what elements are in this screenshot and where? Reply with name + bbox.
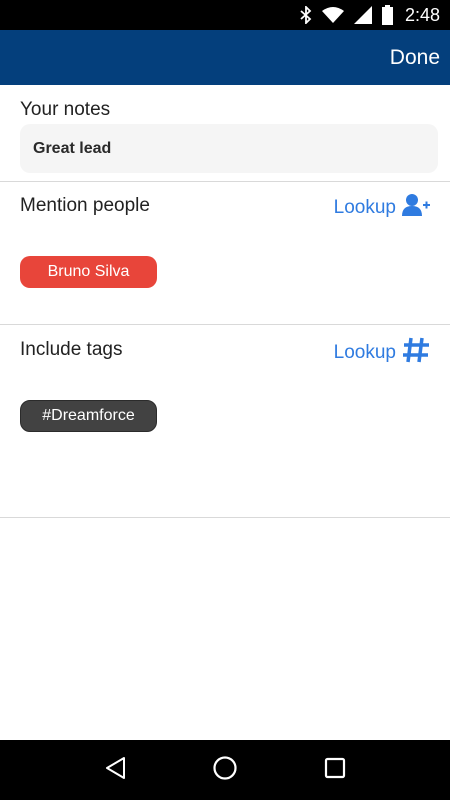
notes-value: Great lead bbox=[33, 139, 112, 157]
tag-chip-label: #Dreamforce bbox=[42, 407, 135, 424]
app-bar: Done bbox=[0, 30, 450, 85]
status-bar: 2:48 bbox=[0, 0, 450, 30]
person-chip[interactable]: Bruno Silva bbox=[20, 256, 157, 288]
status-time: 2:48 bbox=[404, 4, 440, 25]
divider bbox=[0, 181, 450, 182]
recents-button[interactable] bbox=[305, 740, 365, 800]
add-person-icon bbox=[402, 193, 430, 223]
tags-lookup-button[interactable]: Lookup bbox=[334, 336, 430, 370]
done-button[interactable]: Done bbox=[390, 46, 440, 70]
mention-lookup-label: Lookup bbox=[333, 197, 396, 218]
include-tags-label: Include tags bbox=[20, 339, 123, 360]
mention-people-label: Mention people bbox=[20, 195, 150, 216]
battery-icon bbox=[381, 5, 393, 25]
divider bbox=[0, 517, 450, 518]
mention-lookup-button[interactable]: Lookup bbox=[334, 193, 430, 223]
notes-field[interactable]: Great lead bbox=[20, 124, 438, 173]
hashtag-icon bbox=[402, 336, 430, 370]
wifi-icon bbox=[321, 7, 344, 23]
back-icon bbox=[104, 756, 126, 784]
back-button[interactable] bbox=[85, 740, 145, 800]
person-chip-label: Bruno Silva bbox=[47, 263, 130, 280]
notes-label: Your notes bbox=[20, 99, 111, 120]
home-icon bbox=[212, 755, 238, 785]
divider bbox=[0, 324, 450, 325]
signal-icon bbox=[353, 6, 372, 24]
home-button[interactable] bbox=[195, 740, 255, 800]
bluetooth-icon bbox=[300, 6, 312, 24]
tag-chip[interactable]: #Dreamforce bbox=[20, 400, 157, 432]
navigation-bar bbox=[0, 740, 450, 800]
recents-icon bbox=[324, 757, 346, 783]
tags-lookup-label: Lookup bbox=[333, 342, 396, 363]
